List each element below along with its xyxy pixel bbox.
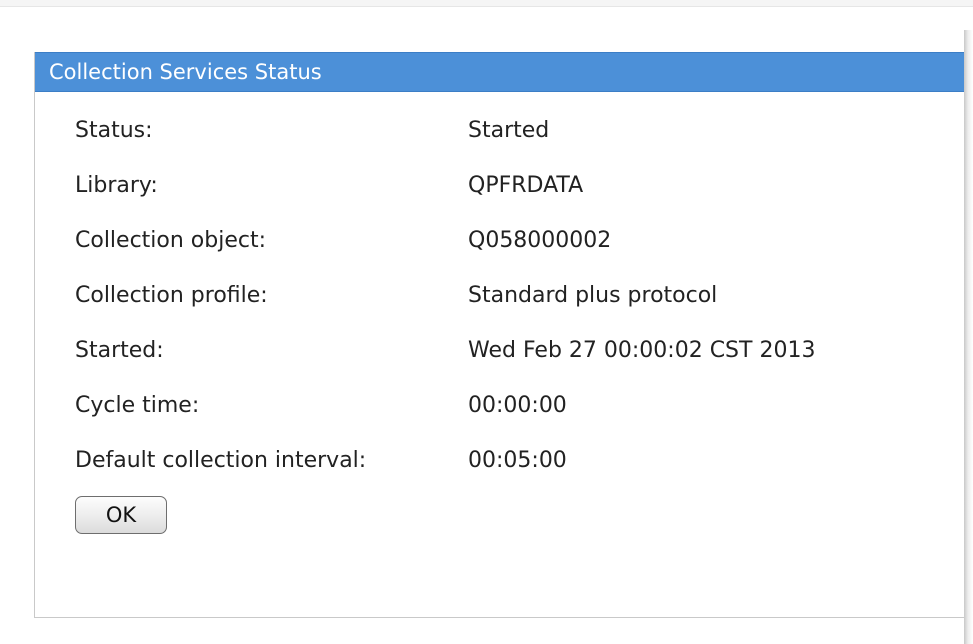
status-row: Status: Started xyxy=(75,118,973,173)
library-row: Library: QPFRDATA xyxy=(75,173,973,228)
collection-object-row: Collection object: Q058000002 xyxy=(75,228,973,283)
default-collection-interval-label: Default collection interval: xyxy=(75,448,367,473)
collection-profile-value: Standard plus protocol xyxy=(468,283,718,308)
collection-profile-row: Collection profile: Standard plus protoc… xyxy=(75,283,973,338)
started-label: Started: xyxy=(75,338,164,363)
default-collection-interval-value: 00:05:00 xyxy=(468,448,567,473)
library-label: Library: xyxy=(75,173,158,198)
dialog-title: Collection Services Status xyxy=(35,52,973,92)
started-row: Started: Wed Feb 27 00:00:02 CST 2013 xyxy=(75,338,973,393)
collection-services-status-dialog: Collection Services Status Status: Start… xyxy=(34,52,973,618)
default-collection-interval-row: Default collection interval: 00:05:00 xyxy=(75,448,973,503)
collection-object-value: Q058000002 xyxy=(468,228,612,253)
page-top-strip xyxy=(0,0,973,7)
window-right-edge-shadow xyxy=(964,30,973,644)
cycle-time-value: 00:00:00 xyxy=(468,393,567,418)
collection-object-label: Collection object: xyxy=(75,228,267,253)
ok-button[interactable]: OK xyxy=(75,496,167,534)
cycle-time-row: Cycle time: 00:00:00 xyxy=(75,393,973,448)
status-label: Status: xyxy=(75,118,153,143)
dialog-content: Status: Started Library: QPFRDATA Collec… xyxy=(35,92,973,534)
library-value: QPFRDATA xyxy=(468,173,584,198)
cycle-time-label: Cycle time: xyxy=(75,393,200,418)
status-value: Started xyxy=(468,118,550,143)
started-value: Wed Feb 27 00:00:02 CST 2013 xyxy=(468,338,816,363)
collection-profile-label: Collection profile: xyxy=(75,283,268,308)
